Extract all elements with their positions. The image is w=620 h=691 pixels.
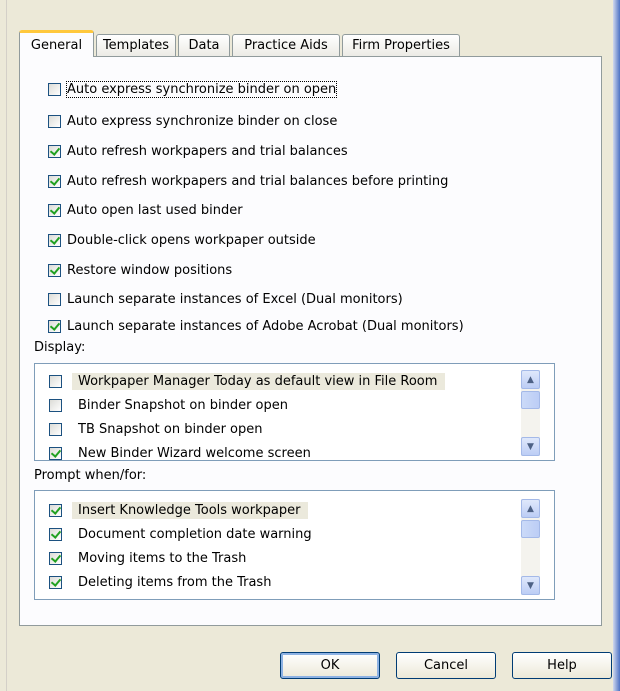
checkbox[interactable] <box>49 575 62 589</box>
checkbox[interactable] <box>48 233 61 247</box>
checkbox[interactable] <box>49 398 62 412</box>
chevron-up-icon: ▲ <box>527 503 534 514</box>
list-item-label: Deleting items from the Trash <box>78 574 272 590</box>
list-item[interactable]: Document completion date warning <box>49 523 320 545</box>
scroll-up-button[interactable]: ▲ <box>521 370 540 389</box>
list-item[interactable]: Workpaper Manager Today as default view … <box>49 370 446 392</box>
list-item[interactable]: Deleting items from the Trash <box>49 571 279 593</box>
list-item-label: New Binder Wizard welcome screen <box>78 445 311 461</box>
checkbox[interactable] <box>49 551 62 565</box>
option-label: Auto open last used binder <box>67 202 243 218</box>
scroll-thumb[interactable] <box>521 520 540 538</box>
tab-templates[interactable]: Templates <box>96 34 176 56</box>
checkbox[interactable] <box>49 374 62 388</box>
tab-templates-label: Templates <box>102 38 170 53</box>
option-label: Auto express synchronize binder on open <box>65 80 338 98</box>
chevron-down-icon: ▼ <box>527 580 534 591</box>
option-label: Auto express synchronize binder on close <box>67 113 338 129</box>
cancel-button[interactable]: Cancel <box>396 652 496 679</box>
checkbox[interactable] <box>49 503 62 517</box>
scroll-up-button[interactable]: ▲ <box>521 499 540 518</box>
list-item[interactable]: Insert Knowledge Tools workpaper <box>49 499 309 521</box>
prompt-listbox[interactable]: Insert Knowledge Tools workpaper Documen… <box>34 490 555 600</box>
checkbox[interactable] <box>48 319 61 333</box>
option-label: Launch separate instances of Excel (Dual… <box>67 291 403 307</box>
tab-general[interactable]: General <box>19 30 94 57</box>
list-item-label: Binder Snapshot on binder open <box>78 397 288 413</box>
checkbox[interactable] <box>48 144 61 158</box>
prompt-scrollbar[interactable]: ▲ ▼ <box>521 499 540 595</box>
checkbox[interactable] <box>48 174 61 188</box>
checkbox[interactable] <box>49 527 62 541</box>
chevron-up-icon: ▲ <box>527 374 534 385</box>
list-item[interactable]: Binder Snapshot on binder open <box>49 394 296 416</box>
list-item[interactable]: New Binder Wizard welcome screen <box>49 442 319 461</box>
option-auto-sync-open[interactable]: Auto express synchronize binder on open <box>48 79 338 99</box>
tab-general-label: General <box>30 38 83 53</box>
tab-data-label: Data <box>188 38 220 53</box>
option-label: Auto refresh workpapers and trial balanc… <box>67 143 348 159</box>
option-auto-open-last-binder[interactable]: Auto open last used binder <box>48 200 243 220</box>
tab-firm-properties-label: Firm Properties <box>352 38 450 53</box>
option-label: Auto refresh workpapers and trial balanc… <box>67 173 449 189</box>
tab-practice-aids[interactable]: Practice Aids <box>232 34 340 56</box>
checkbox[interactable] <box>48 203 61 217</box>
checkbox[interactable] <box>49 422 62 436</box>
help-button[interactable]: Help <box>512 652 612 679</box>
tab-data[interactable]: Data <box>178 34 230 56</box>
window-left-edge <box>0 0 7 691</box>
scroll-down-button[interactable]: ▼ <box>521 437 540 456</box>
option-label: Launch separate instances of Adobe Acrob… <box>67 318 464 334</box>
option-restore-window-positions[interactable]: Restore window positions <box>48 260 232 280</box>
option-auto-sync-close[interactable]: Auto express synchronize binder on close <box>48 111 337 131</box>
tab-firm-properties[interactable]: Firm Properties <box>342 34 460 56</box>
checkbox[interactable] <box>48 263 61 277</box>
window-top-edge <box>0 0 620 8</box>
list-item-label: Document completion date warning <box>78 526 312 542</box>
list-item-label: Insert Knowledge Tools workpaper <box>72 501 309 519</box>
option-double-click-outside[interactable]: Double-click opens workpaper outside <box>48 230 316 250</box>
list-item-label: Moving items to the Trash <box>78 550 247 566</box>
option-auto-refresh[interactable]: Auto refresh workpapers and trial balanc… <box>48 141 348 161</box>
list-item[interactable]: Moving items to the Trash <box>49 547 254 569</box>
chevron-down-icon: ▼ <box>527 441 534 452</box>
list-item-label: Workpaper Manager Today as default view … <box>72 372 446 390</box>
display-group-label: Display: <box>34 340 86 355</box>
option-launch-excel-instances[interactable]: Launch separate instances of Excel (Dual… <box>48 289 403 309</box>
checkbox[interactable] <box>48 82 61 96</box>
checkbox[interactable] <box>48 114 61 128</box>
option-label: Double-click opens workpaper outside <box>67 232 316 248</box>
list-item-label: TB Snapshot on binder open <box>78 421 263 437</box>
scroll-down-button[interactable]: ▼ <box>521 576 540 595</box>
display-scrollbar[interactable]: ▲ ▼ <box>521 370 540 456</box>
option-label: Restore window positions <box>67 262 233 278</box>
list-item[interactable]: TB Snapshot on binder open <box>49 418 271 440</box>
tab-practice-aids-label: Practice Aids <box>244 38 328 53</box>
window-right-border <box>613 0 620 691</box>
ok-button[interactable]: OK <box>280 652 380 679</box>
scroll-thumb[interactable] <box>521 391 540 409</box>
prompt-group-label: Prompt when/for: <box>34 468 147 483</box>
option-auto-refresh-printing[interactable]: Auto refresh workpapers and trial balanc… <box>48 171 448 191</box>
checkbox[interactable] <box>48 292 61 306</box>
checkbox[interactable] <box>49 446 62 460</box>
option-launch-acrobat-instances[interactable]: Launch separate instances of Adobe Acrob… <box>48 316 464 336</box>
display-listbox[interactable]: Workpaper Manager Today as default view … <box>34 363 555 461</box>
